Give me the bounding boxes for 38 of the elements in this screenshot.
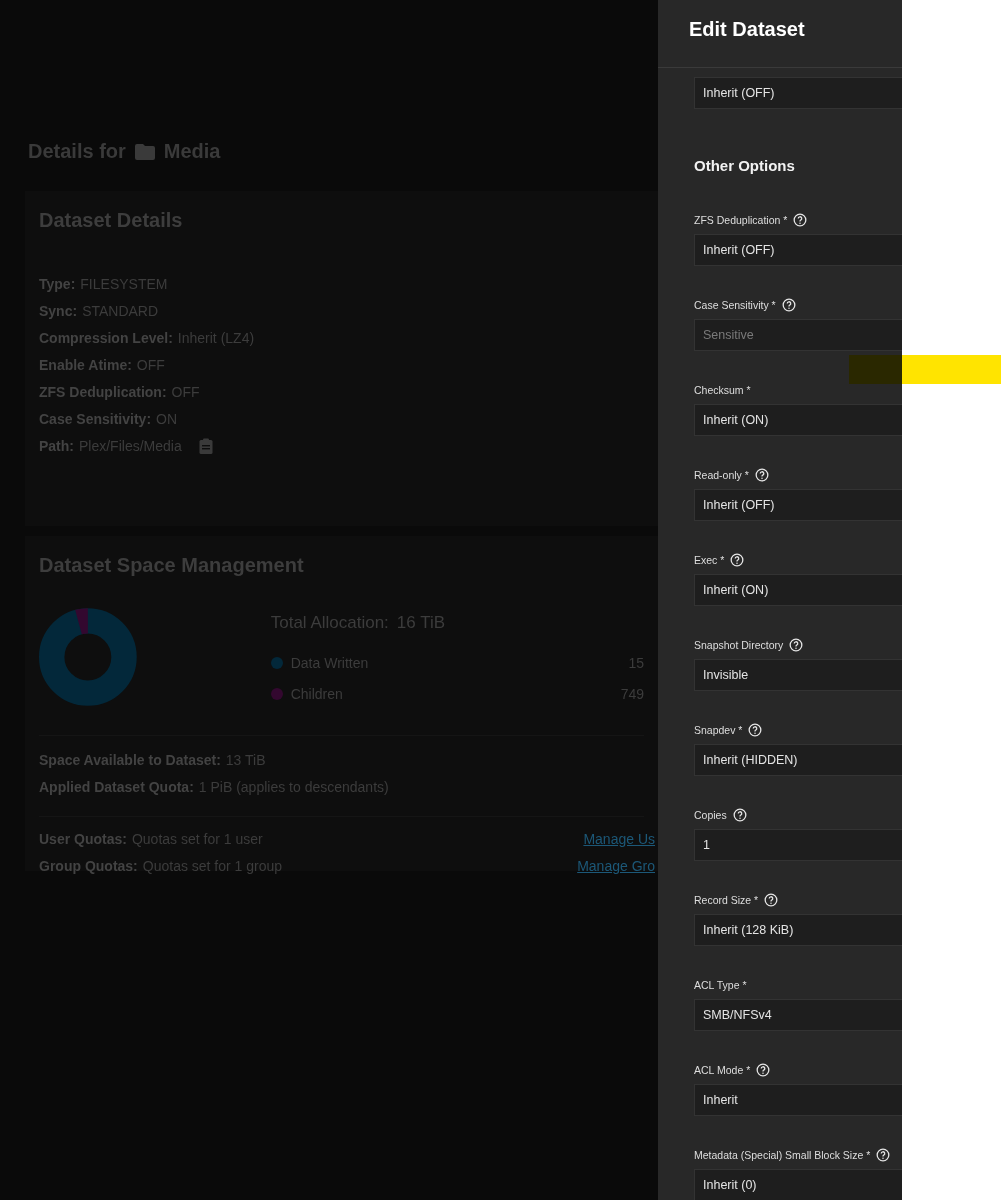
field-label: ACL Type * bbox=[694, 979, 747, 991]
select-field[interactable]: Inherit (OFF) bbox=[694, 489, 902, 521]
quota-label: Group Quotas: bbox=[39, 857, 138, 874]
field-label: Read-only * bbox=[694, 469, 749, 481]
help-icon[interactable] bbox=[732, 808, 747, 822]
help-icon[interactable] bbox=[789, 638, 804, 652]
field-label: Record Size * bbox=[694, 894, 759, 906]
help-icon[interactable] bbox=[756, 1063, 771, 1077]
select-field[interactable]: Inherit (OFF) bbox=[694, 234, 902, 266]
field-label: Snapshot Directory bbox=[694, 639, 784, 651]
help-icon[interactable] bbox=[754, 468, 769, 482]
select-field[interactable]: Inherit bbox=[694, 1084, 902, 1116]
clipboard-icon[interactable] bbox=[198, 437, 213, 454]
help-icon[interactable] bbox=[793, 213, 808, 227]
field-label: ACL Mode * bbox=[694, 1064, 751, 1076]
help-icon[interactable] bbox=[748, 723, 763, 737]
select-field[interactable]: Inherit (0) bbox=[694, 1169, 902, 1200]
field-label: Metadata (Special) Small Block Size * bbox=[694, 1149, 871, 1161]
field-label: ZFS Deduplication * bbox=[694, 214, 788, 226]
select-field[interactable]: Inherit (HIDDEN) bbox=[694, 744, 902, 776]
section-heading: Other Options bbox=[694, 157, 796, 174]
select-field[interactable]: Invisible bbox=[694, 659, 902, 691]
field-label: Copies bbox=[694, 809, 727, 821]
select-field[interactable]: Inherit (ON) bbox=[694, 574, 902, 606]
help-icon[interactable] bbox=[730, 553, 745, 567]
folder-icon bbox=[133, 142, 156, 161]
field-label: Exec * bbox=[694, 554, 725, 566]
help-icon[interactable] bbox=[876, 1148, 891, 1162]
select-field[interactable]: Inherit (ON) bbox=[694, 404, 902, 436]
field-label: Checksum * bbox=[694, 384, 751, 396]
select-field[interactable]: Inherit (128 KiB) bbox=[694, 914, 902, 946]
select-field[interactable]: Inherit (OFF) bbox=[694, 77, 902, 109]
select-field[interactable]: SMB/NFSv4 bbox=[694, 999, 902, 1031]
field-label: Case Sensitivity * bbox=[694, 299, 776, 311]
field-label: Snapdev * bbox=[694, 724, 743, 736]
select-field: Sensitive bbox=[694, 319, 902, 351]
help-icon[interactable] bbox=[764, 893, 779, 907]
input-field[interactable]: 1 bbox=[694, 829, 902, 861]
